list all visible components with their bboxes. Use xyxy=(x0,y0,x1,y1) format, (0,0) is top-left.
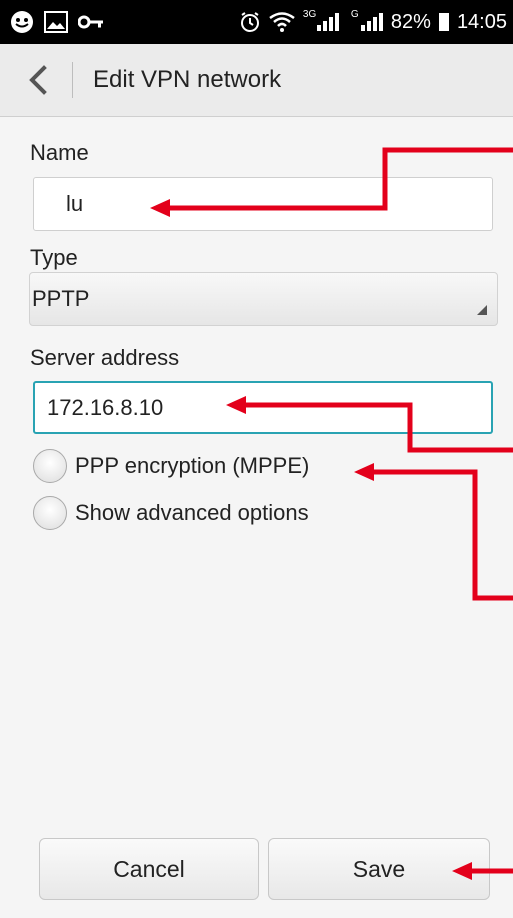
annotation-arrowhead xyxy=(150,199,170,217)
annotation-arrowhead xyxy=(226,396,246,414)
annotation-arrow xyxy=(245,402,513,453)
annotation-arrow xyxy=(168,147,513,211)
annotation-arrowhead xyxy=(354,463,374,481)
annotation-arrowhead xyxy=(452,862,472,880)
annotation-arrows xyxy=(150,147,513,880)
annotation-arrow xyxy=(372,469,513,601)
